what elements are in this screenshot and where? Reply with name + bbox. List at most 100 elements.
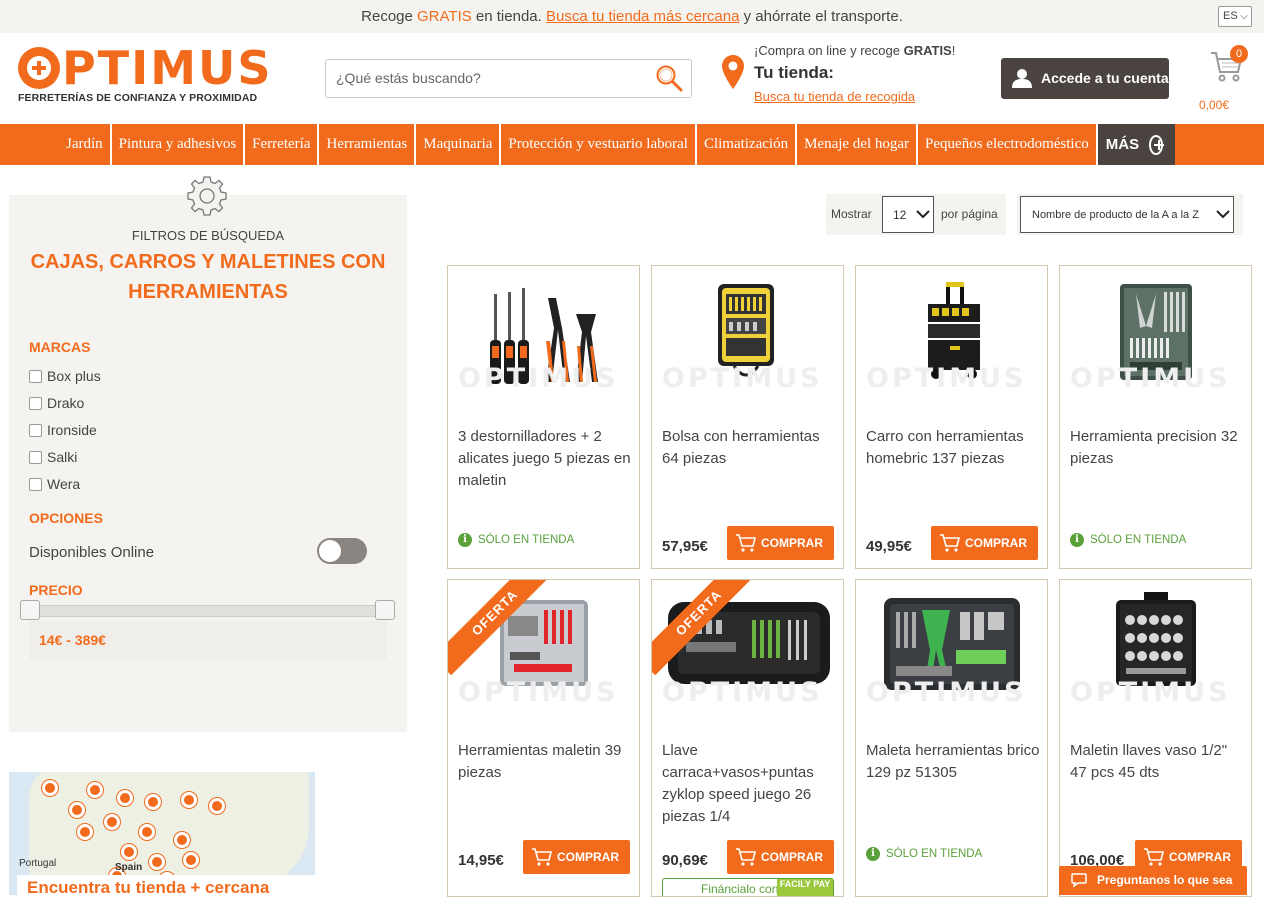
category-title: CAJAS, CARROS Y MALETINES CON HERRAMIENT…	[30, 251, 386, 303]
map-store-pin[interactable]	[42, 780, 58, 796]
product-name[interactable]: Herramientas maletin 39 piezas	[458, 740, 633, 784]
checkbox[interactable]	[29, 477, 42, 491]
product-name[interactable]: Maleta herramientas brico 129 pz 51305	[866, 740, 1041, 784]
map-store-pin[interactable]	[174, 832, 190, 848]
nav-item-jardin[interactable]: Jardín	[59, 124, 112, 165]
nav-item-proteccion[interactable]: Protección y vestuario laboral	[501, 124, 697, 165]
checkbox[interactable]	[29, 423, 42, 437]
watermark: OPTIMUS	[458, 363, 619, 394]
search-input[interactable]: ¿Qué estás buscando?	[325, 59, 692, 98]
store-map[interactable]: Portugal Spain Encuentra tu tienda + cer…	[9, 772, 315, 895]
buy-button[interactable]: COMPRAR	[727, 840, 834, 874]
product-price: 57,95€	[662, 538, 708, 555]
promo-text-2: en tienda.	[471, 8, 546, 25]
price-slider-track[interactable]	[21, 605, 393, 617]
nav-more-button[interactable]: MÁS	[1097, 124, 1175, 165]
price-slider-max-handle[interactable]	[375, 600, 395, 620]
product-card[interactable]: OPTIMUS OFERTA Herramientas maletin 39 p…	[447, 579, 640, 897]
nav-item-pintura[interactable]: Pintura y adhesivos	[112, 124, 246, 165]
map-store-pin[interactable]	[149, 854, 165, 870]
filters-panel: FILTROS DE BÚSQUEDA CAJAS, CARROS Y MALE…	[9, 176, 407, 732]
online-label: Disponibles Online	[29, 544, 155, 561]
map-store-pin[interactable]	[209, 798, 225, 814]
product-name[interactable]: Bolsa con herramientas 64 piezas	[662, 426, 837, 470]
map-store-pin[interactable]	[181, 792, 197, 808]
nav-item-herramientas[interactable]: Herramientas	[319, 124, 417, 165]
product-name[interactable]: Herramienta precision 32 piezas	[1070, 426, 1245, 470]
product-price: 90,69€	[662, 852, 708, 869]
search-icon[interactable]	[655, 64, 683, 92]
brand-filter-ironside[interactable]: Ironside	[29, 422, 97, 438]
language-select[interactable]: ES ⌵	[1218, 6, 1252, 27]
map-store-pin[interactable]	[145, 794, 161, 810]
nav-item-menaje[interactable]: Menaje del hogar	[797, 124, 919, 165]
map-store-pin[interactable]	[69, 802, 85, 818]
sort-control: Nombre de producto de la A a la Z	[1017, 194, 1243, 235]
store-pickup-link[interactable]: Busca tu tienda de recogida	[754, 89, 982, 104]
map-store-pin[interactable]	[117, 790, 133, 806]
account-button[interactable]: Accede a tu cuenta	[1001, 58, 1169, 99]
chat-button[interactable]: Preguntanos lo que sea	[1059, 866, 1247, 895]
product-card[interactable]: OPTIMUS 3 destornilladores + 2 alicates …	[447, 265, 640, 569]
map-store-pin[interactable]	[139, 824, 155, 840]
financing-label: Fináncialo con	[701, 882, 779, 896]
watermark: OPTIMUS	[866, 363, 1027, 394]
product-price: 49,95€	[866, 538, 912, 555]
nav-item-climatizacion[interactable]: Climatización	[697, 124, 798, 165]
cart[interactable]: 0 0,00€	[1196, 44, 1248, 114]
product-card[interactable]: OPTIMUS Maleta herramientas brico 129 pz…	[855, 579, 1048, 897]
chat-label: Preguntanos lo que sea	[1097, 873, 1233, 887]
sort-select[interactable]: Nombre de producto de la A a la Z	[1020, 196, 1234, 233]
watermark: OPTIMUS	[662, 677, 823, 708]
buy-button[interactable]: COMPRAR	[523, 840, 630, 874]
checkbox[interactable]	[29, 396, 42, 410]
main-nav: Jardín Pintura y adhesivos Ferretería He…	[0, 124, 1264, 165]
show-label: Mostrar	[831, 207, 872, 221]
nav-item-electrodomesticos[interactable]: Pequeños electrodoméstico	[918, 124, 1098, 165]
product-card[interactable]: OPTIMUS Herramienta precision 32 piezas …	[1059, 265, 1252, 569]
financing-banner[interactable]: Fináncialo con FACILY PAY	[662, 878, 834, 896]
brand-filter-wera[interactable]: Wera	[29, 476, 80, 492]
buy-button[interactable]: COMPRAR	[931, 526, 1038, 560]
nav-item-ferreteria[interactable]: Ferretería	[245, 124, 320, 165]
brand-filter-salki[interactable]: Salki	[29, 449, 77, 465]
nav-item-maquinaria[interactable]: Maquinaria	[416, 124, 502, 165]
cart-icon	[736, 534, 757, 552]
checkbox[interactable]	[29, 450, 42, 464]
buy-button[interactable]: COMPRAR	[727, 526, 834, 560]
chevron-down-icon	[916, 210, 930, 219]
chevron-down-icon: ⌵	[1240, 11, 1248, 22]
product-card[interactable]: OPTIMUS Carro con herramientas homebric …	[855, 265, 1048, 569]
map-store-pin[interactable]	[183, 852, 199, 868]
brand-filter-drako[interactable]: Drako	[29, 395, 84, 411]
watermark: OPTIMUS	[662, 363, 823, 394]
product-name[interactable]: 3 destornilladores + 2 alicates juego 5 …	[458, 426, 633, 492]
online-toggle[interactable]	[317, 538, 367, 564]
product-card[interactable]: OPTIMUS Maletin llaves vaso 1/2" 47 pcs …	[1059, 579, 1252, 897]
search-placeholder: ¿Qué estás buscando?	[336, 70, 481, 86]
store-only-badge: i SÓLO EN TIENDA	[866, 847, 982, 861]
find-store-link[interactable]: Busca tu tienda más cercana	[546, 8, 739, 25]
chat-bubble-icon	[1071, 873, 1087, 887]
map-store-pin[interactable]	[104, 814, 120, 830]
brand-filter-box-plus[interactable]: Box plus	[29, 368, 101, 384]
price-slider-min-handle[interactable]	[20, 600, 40, 620]
product-card[interactable]: OPTIMUS Bolsa con herramientas 64 piezas…	[651, 265, 844, 569]
checkbox[interactable]	[29, 369, 42, 383]
product-name[interactable]: Llave carraca+vasos+puntas zyklop speed …	[662, 740, 837, 828]
promo-text-3: y ahórrate el transporte.	[739, 8, 903, 25]
product-name[interactable]: Maletin llaves vaso 1/2" 47 pcs 45 dts	[1070, 740, 1245, 784]
per-page-select[interactable]: 12	[882, 196, 934, 233]
logo-tagline: FERRETERÍAS DE CONFIANZA Y PROXIMIDAD	[18, 92, 258, 104]
product-card[interactable]: OPTIMUS OFERTA Llave carraca+vasos+punta…	[651, 579, 844, 897]
map-store-pin[interactable]	[121, 844, 137, 860]
store-selector: ¡Compra on line y recoge GRATIS! Tu tien…	[722, 43, 982, 104]
map-store-pin[interactable]	[87, 782, 103, 798]
map-store-pin[interactable]	[77, 824, 93, 840]
map-caption[interactable]: Encuentra tu tienda + cercana	[17, 875, 315, 895]
logo[interactable]: PTIMUS FERRETERÍAS DE CONFIANZA Y PROXIM…	[18, 45, 272, 104]
facily-pay-logo: FACILY PAY	[777, 879, 833, 896]
product-name[interactable]: Carro con herramientas homebric 137 piez…	[866, 426, 1041, 470]
map-label-spain: Spain	[115, 862, 143, 873]
promo-gratis: GRATIS	[417, 8, 472, 25]
